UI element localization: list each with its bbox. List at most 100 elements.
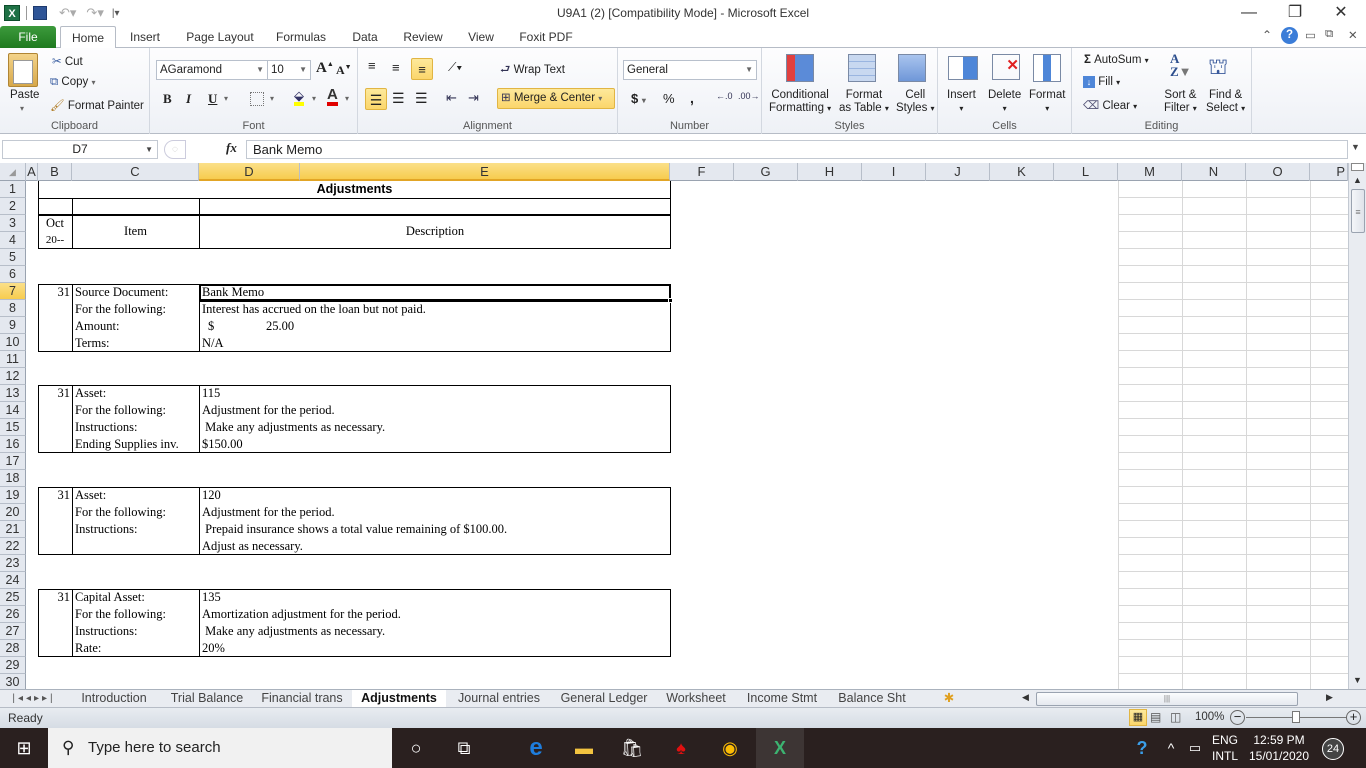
vertical-scrollbar[interactable]: ▲ ≡ ▼ — [1348, 163, 1366, 689]
row-header-3[interactable]: 3 — [0, 215, 26, 232]
store-icon[interactable]: 🛍 — [608, 728, 656, 768]
column-header-f[interactable]: F — [670, 163, 734, 181]
vertical-scroll-thumb[interactable]: ≡ — [1351, 189, 1365, 233]
paste-icon[interactable] — [8, 53, 38, 87]
chrome-icon[interactable]: ◉ — [706, 728, 754, 768]
tab-data[interactable]: Data — [344, 26, 386, 48]
worksheet-grid[interactable]: Adjustments Oct 20-- Item Description 31… — [26, 181, 1348, 689]
row-header-7[interactable]: 7 — [0, 283, 26, 300]
block-day[interactable]: 31 — [38, 284, 71, 301]
name-box[interactable]: D7 ▼ — [2, 140, 158, 159]
block-label[interactable]: Amount: — [75, 318, 119, 335]
block-label[interactable]: For the following: — [75, 301, 166, 318]
row-header-19[interactable]: 19 — [0, 487, 26, 504]
game-app-icon[interactable]: ♠ — [657, 728, 705, 768]
column-header-k[interactable]: K — [990, 163, 1054, 181]
copy-button[interactable]: ⧉ Copy ▾ — [50, 76, 96, 89]
currency-button[interactable]: $ ▾ — [631, 91, 646, 106]
input-language[interactable]: ENG INTL — [1212, 732, 1238, 764]
clear-button[interactable]: ⌫ Clear ▾ — [1083, 98, 1137, 112]
block-label[interactable]: Ending Supplies inv. — [75, 436, 179, 453]
row-header-1[interactable]: 1 — [0, 181, 26, 198]
row-header-24[interactable]: 24 — [0, 572, 26, 589]
orientation-icon[interactable]: ⟋▾ — [448, 60, 462, 75]
sheet-tab-general-ledger[interactable]: General Ledger — [552, 690, 656, 707]
column-header-d[interactable]: D — [199, 163, 300, 181]
autosum-button[interactable]: Σ AutoSum ▾ — [1084, 54, 1149, 66]
paste-button[interactable]: Paste — [10, 89, 39, 101]
block-value[interactable]: Make any adjustments as necessary. — [202, 419, 385, 436]
column-header-i[interactable]: I — [862, 163, 926, 181]
block-label[interactable]: Rate: — [75, 640, 101, 657]
column-header-j[interactable]: J — [926, 163, 990, 181]
task-view-icon[interactable]: ⧉ — [440, 728, 488, 768]
block-label[interactable]: Asset: — [75, 487, 106, 504]
font-color-icon[interactable]: A — [327, 87, 338, 106]
row-header-18[interactable]: 18 — [0, 470, 26, 487]
row-header-13[interactable]: 13 — [0, 385, 26, 402]
row-header-16[interactable]: 16 — [0, 436, 26, 453]
fill-button[interactable]: ↓ Fill ▾ — [1083, 76, 1120, 88]
column-header-g[interactable]: G — [734, 163, 798, 181]
row-header-23[interactable]: 23 — [0, 555, 26, 572]
fill-color-icon[interactable]: ⬙ — [294, 88, 304, 106]
tab-review[interactable]: Review — [396, 26, 450, 48]
tab-view[interactable]: View — [460, 26, 502, 48]
find-select-button[interactable]: Find & Select ▾ — [1206, 89, 1245, 115]
block-value[interactable]: Interest has accrued on the loan but not… — [202, 301, 426, 318]
fill-handle[interactable] — [668, 298, 673, 303]
file-explorer-icon[interactable]: ▬ — [560, 728, 608, 768]
block-label[interactable]: Terms: — [75, 335, 110, 352]
notification-center-badge[interactable]: 24 — [1322, 738, 1344, 760]
tab-file[interactable]: File — [0, 26, 56, 48]
block-value[interactable]: 20% — [202, 640, 225, 657]
align-left-icon[interactable]: ☰ — [365, 88, 387, 110]
clock[interactable]: 12:59 PM 15/01/2020 — [1248, 732, 1310, 764]
block-day[interactable]: 31 — [38, 487, 71, 504]
cell-styles-button[interactable]: Cell Styles ▾ — [896, 89, 935, 115]
column-header-b[interactable]: B — [38, 163, 72, 181]
comma-button[interactable]: , — [690, 90, 694, 106]
row-header-22[interactable]: 22 — [0, 538, 26, 555]
block-day[interactable]: 31 — [38, 589, 71, 606]
row-header-4[interactable]: 4 — [0, 232, 26, 249]
sheet-tab-adjustments[interactable]: Adjustments — [352, 690, 446, 707]
cut-button[interactable]: ✂ Cut — [52, 54, 83, 68]
scroll-left-icon[interactable]: ◀ — [1022, 692, 1029, 703]
align-bottom-icon[interactable]: ≡ — [411, 58, 433, 80]
column-header-p[interactable]: P — [1310, 163, 1348, 181]
help-tray-icon[interactable]: ? — [1128, 728, 1156, 768]
row-header-12[interactable]: 12 — [0, 368, 26, 385]
block-label[interactable]: Asset: — [75, 385, 106, 402]
column-header-l[interactable]: L — [1054, 163, 1118, 181]
select-all-button[interactable]: ◢ — [0, 163, 26, 181]
sheet-tab-journal-entries[interactable]: Journal entries — [446, 690, 552, 707]
column-header-o[interactable]: O — [1246, 163, 1310, 181]
block-label[interactable]: Capital Asset: — [75, 589, 145, 606]
horizontal-scroll-thumb[interactable]: ||| — [1036, 692, 1298, 706]
increase-decimal-icon[interactable]: ←.0 — [716, 91, 733, 101]
tab-formulas[interactable]: Formulas — [270, 26, 332, 48]
block-value[interactable]: $150.00 — [202, 436, 243, 453]
insert-sheet-icon[interactable]: ✱ — [938, 690, 960, 707]
conditional-formatting-button[interactable]: Conditional Formatting ▾ — [769, 89, 831, 115]
row-header-11[interactable]: 11 — [0, 351, 26, 368]
sheet-navigation-arrows[interactable]: |◂◂▸▸| — [4, 690, 64, 707]
column-header-n[interactable]: N — [1182, 163, 1246, 181]
block-value[interactable]: Adjust as necessary. — [202, 538, 303, 555]
row-header-14[interactable]: 14 — [0, 402, 26, 419]
row-header-9[interactable]: 9 — [0, 317, 26, 334]
block-label[interactable]: Instructions: — [75, 623, 138, 640]
column-header-h[interactable]: H — [798, 163, 862, 181]
row-header-20[interactable]: 20 — [0, 504, 26, 521]
column-header-m[interactable]: M — [1118, 163, 1182, 181]
number-format-combo[interactable]: General ▼ — [623, 60, 757, 80]
delete-cells-button[interactable]: Delete ▾ — [988, 89, 1021, 115]
normal-view-button[interactable]: ▦ — [1129, 709, 1147, 726]
decrease-indent-icon[interactable]: ⇤ — [446, 90, 457, 106]
scroll-up-icon[interactable]: ▲ — [1353, 175, 1362, 185]
workbook-minimize-icon[interactable]: ▭ — [1305, 28, 1316, 42]
excel-taskbar-icon[interactable]: X — [756, 728, 804, 768]
row-header-26[interactable]: 26 — [0, 606, 26, 623]
block-label[interactable]: Instructions: — [75, 521, 138, 538]
